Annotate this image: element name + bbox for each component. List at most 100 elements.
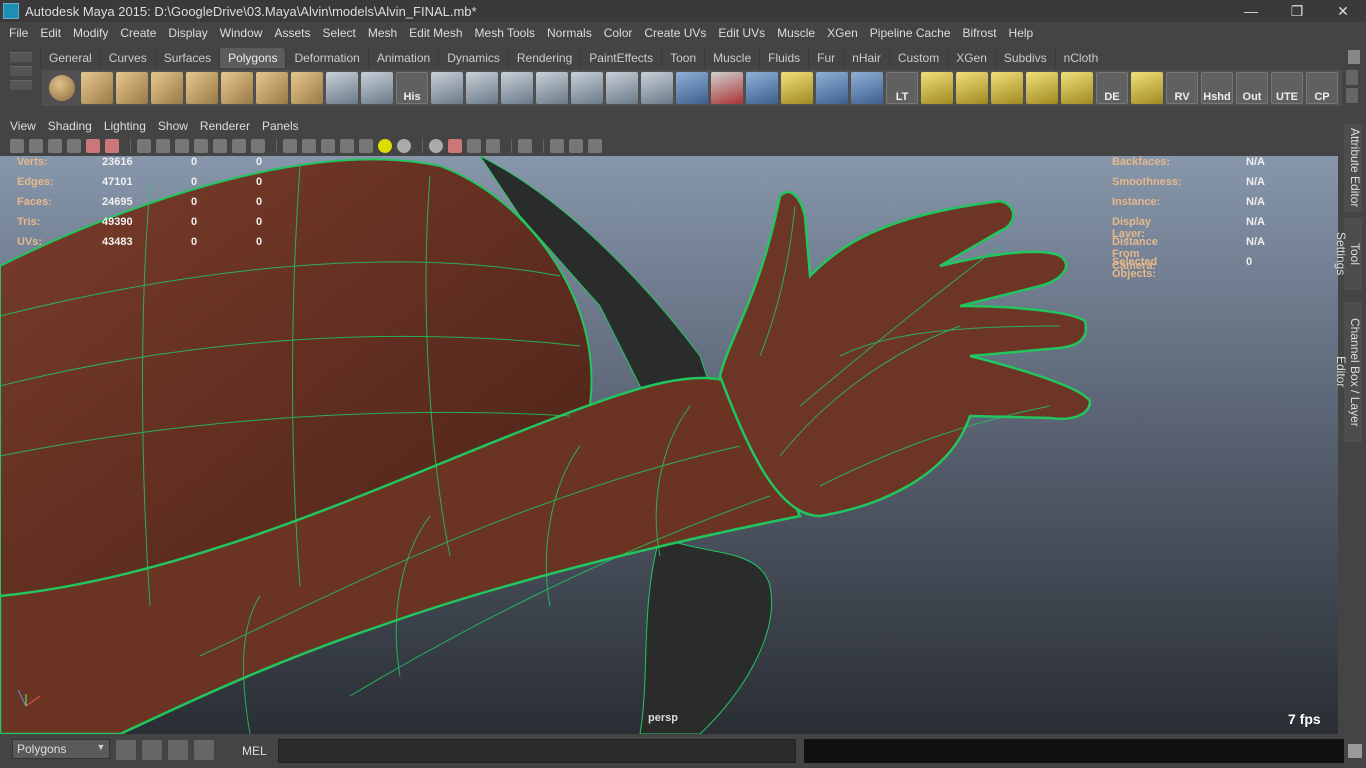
panel-menu-view[interactable]: View <box>4 119 42 133</box>
poly-cube-icon[interactable] <box>81 72 113 104</box>
menu-pipeline-cache[interactable]: Pipeline Cache <box>864 26 957 40</box>
poly-cone-icon[interactable] <box>151 72 183 104</box>
wireframe-icon[interactable] <box>283 139 297 153</box>
shelf-tab-fluids[interactable]: Fluids <box>759 48 808 68</box>
shelf-tab-rendering[interactable]: Rendering <box>507 48 580 68</box>
panel-menu-renderer[interactable]: Renderer <box>194 119 256 133</box>
ute-icon[interactable]: UTE <box>1271 72 1303 104</box>
bookmarks-icon[interactable] <box>48 139 62 153</box>
separate-icon[interactable] <box>466 72 498 104</box>
shelf-tab-polygons[interactable]: Polygons <box>219 48 286 68</box>
rotate-tool-icon[interactable] <box>816 72 848 104</box>
de-icon[interactable]: DE <box>1096 72 1128 104</box>
tab-tool-settings[interactable]: Tool Settings <box>1334 218 1362 290</box>
poly-cylinder-icon[interactable] <box>116 72 148 104</box>
menu-assets[interactable]: Assets <box>268 26 316 40</box>
rv-icon[interactable]: RV <box>1166 72 1198 104</box>
shelf-tab-custom[interactable]: Custom <box>888 48 947 68</box>
camera-attributes-icon[interactable] <box>29 139 43 153</box>
poly-pipe-icon[interactable] <box>291 72 323 104</box>
ambient-occlusion-icon[interactable] <box>429 139 443 153</box>
shelf-tab-surfaces[interactable]: Surfaces <box>154 48 219 68</box>
select-camera-icon[interactable] <box>10 139 24 153</box>
image-plane-icon[interactable] <box>67 139 81 153</box>
xray-joints-icon[interactable] <box>569 139 583 153</box>
merge-icon[interactable] <box>641 72 673 104</box>
wireframe-on-shaded-icon[interactable] <box>321 139 335 153</box>
close-button[interactable]: ✕ <box>1320 0 1366 22</box>
uv-automatic-icon[interactable] <box>1026 72 1058 104</box>
tab-channel-box-layer-editor[interactable]: Channel Box / Layer Editor <box>1334 302 1362 442</box>
panel-menu-panels[interactable]: Panels <box>256 119 305 133</box>
smooth-shade-icon[interactable] <box>302 139 316 153</box>
command-line-input[interactable] <box>278 739 796 763</box>
menu-color[interactable]: Color <box>598 26 639 40</box>
shelf-tab-general[interactable]: General <box>40 48 100 68</box>
menu-xgen[interactable]: XGen <box>821 26 864 40</box>
gate-mask-icon[interactable] <box>194 139 208 153</box>
uv-layout-icon[interactable] <box>1131 72 1163 104</box>
cp-icon[interactable]: CP <box>1306 72 1338 104</box>
menu-file[interactable]: File <box>3 26 34 40</box>
uv-cylindrical-icon[interactable] <box>956 72 988 104</box>
script-editor-icon[interactable] <box>142 740 162 760</box>
isolate-select-icon[interactable] <box>518 139 532 153</box>
sculpt-icon[interactable] <box>711 72 743 104</box>
list-icon[interactable] <box>194 740 214 760</box>
command-language-label[interactable]: MEL <box>242 744 267 758</box>
menu-mesh[interactable]: Mesh <box>362 26 403 40</box>
snap-icon[interactable] <box>116 740 136 760</box>
uv-planar-icon[interactable] <box>921 72 953 104</box>
tab-attribute-editor[interactable]: Attribute Editor <box>1344 124 1362 212</box>
out-icon[interactable]: Out <box>1236 72 1268 104</box>
bevel-icon[interactable] <box>606 72 638 104</box>
shelf-tab-nhair[interactable]: nHair <box>843 48 889 68</box>
menu-window[interactable]: Window <box>214 26 269 40</box>
shelf-tab-subdivs[interactable]: Subdivs <box>994 48 1055 68</box>
poly-sphere-icon[interactable] <box>49 75 75 101</box>
shelf-tab-dynamics[interactable]: Dynamics <box>438 48 508 68</box>
shelf-tab-fur[interactable]: Fur <box>808 48 843 68</box>
shelf-tab-muscle[interactable]: Muscle <box>704 48 759 68</box>
grid-icon[interactable] <box>137 139 151 153</box>
safe-title-icon[interactable] <box>251 139 265 153</box>
poly-pyramid-icon[interactable] <box>256 72 288 104</box>
menu-modify[interactable]: Modify <box>67 26 114 40</box>
script-editor-button[interactable] <box>1348 744 1362 758</box>
grease-pencil-icon[interactable] <box>86 139 100 153</box>
menu-muscle[interactable]: Muscle <box>771 26 821 40</box>
menu-create[interactable]: Create <box>114 26 162 40</box>
combine-icon[interactable] <box>431 72 463 104</box>
anti-aliasing-icon[interactable] <box>467 139 481 153</box>
append-polygon-icon[interactable] <box>361 72 393 104</box>
resolution-gate-icon[interactable] <box>175 139 189 153</box>
textured-icon[interactable] <box>359 139 373 153</box>
trash-icon[interactable] <box>1348 50 1360 64</box>
menu-create-uvs[interactable]: Create UVs <box>638 26 712 40</box>
depth-of-field-icon[interactable] <box>486 139 500 153</box>
uv-editor-icon[interactable] <box>1061 72 1093 104</box>
menu-select[interactable]: Select <box>316 26 361 40</box>
menu-edit[interactable]: Edit <box>34 26 67 40</box>
menu-edit-mesh[interactable]: Edit Mesh <box>403 26 468 40</box>
perspective-viewport[interactable]: Verts: 23616 0 0 Edges: 47101 0 0 Faces:… <box>0 156 1338 734</box>
shelf-tab-toon[interactable]: Toon <box>661 48 704 68</box>
motion-blur-icon[interactable] <box>448 139 462 153</box>
extrude-icon[interactable] <box>536 72 568 104</box>
default-material-icon[interactable] <box>340 139 354 153</box>
panel-menu-lighting[interactable]: Lighting <box>98 119 152 133</box>
shelf-tab-curves[interactable]: Curves <box>99 48 155 68</box>
shadows-icon[interactable] <box>397 139 411 153</box>
shelf-tab-painteffects[interactable]: PaintEffects <box>580 48 661 68</box>
shelf-tab-deformation[interactable]: Deformation <box>285 48 367 68</box>
mesh-display-icon[interactable] <box>746 72 778 104</box>
poly-plane-icon[interactable] <box>186 72 218 104</box>
create-polygon-icon[interactable] <box>326 72 358 104</box>
extract-icon[interactable] <box>501 72 533 104</box>
menu-normals[interactable]: Normals <box>541 26 598 40</box>
smooth-icon[interactable] <box>676 72 708 104</box>
lights-icon[interactable] <box>378 139 392 153</box>
shelf-handle[interactable] <box>10 48 34 106</box>
xray-components-icon[interactable] <box>588 139 602 153</box>
restore-button[interactable]: ❐ <box>1274 0 1320 22</box>
